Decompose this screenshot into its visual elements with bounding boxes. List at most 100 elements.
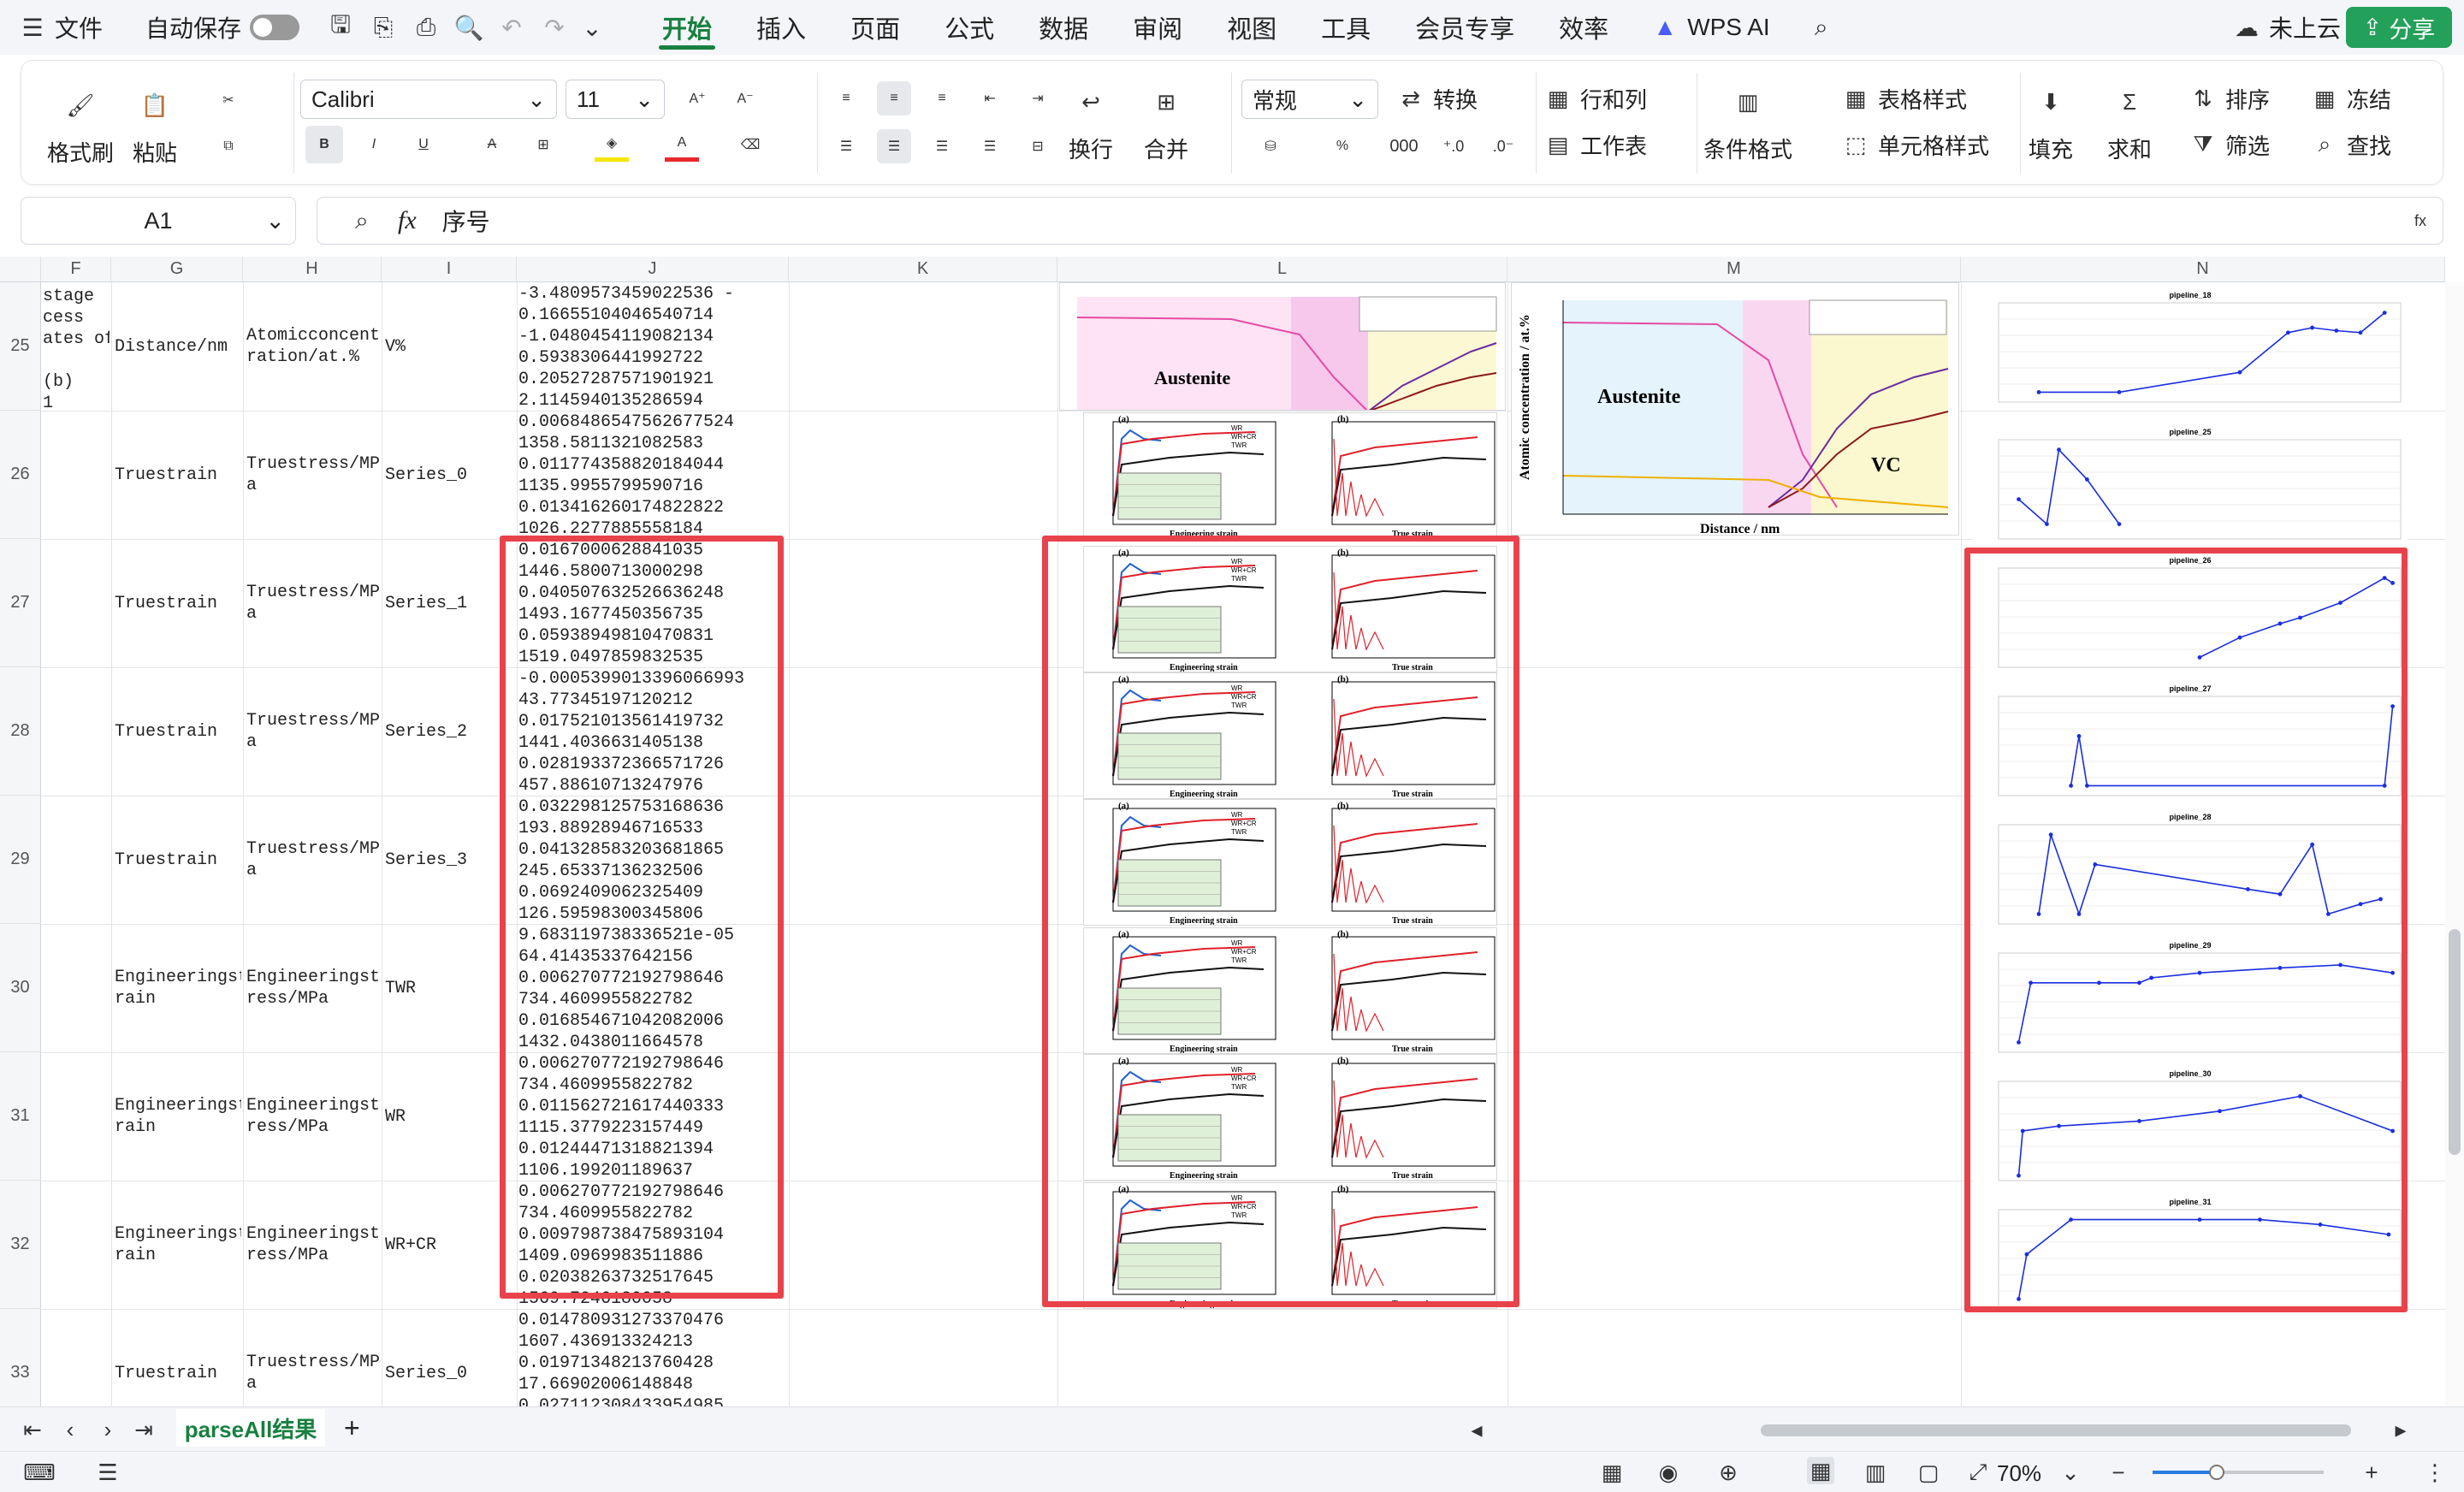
cell-h[interactable]: Atomicconcent ration/at.% <box>246 325 380 450</box>
worksheet-button[interactable]: ▤ 工作表 <box>1541 127 1647 162</box>
align-middle-icon[interactable]: ≡ <box>877 81 911 115</box>
table-view-icon[interactable]: ▦ <box>1598 1459 1626 1486</box>
percent-icon[interactable]: % <box>1325 129 1359 163</box>
justify-icon[interactable]: ☰ <box>973 129 1007 163</box>
column-header-l[interactable]: L <box>1057 257 1507 282</box>
add-sheet-button[interactable]: + <box>344 1412 360 1444</box>
cell-g[interactable]: Truestrain <box>115 593 241 718</box>
cell-f[interactable] <box>43 721 110 846</box>
cell-i[interactable]: Series_3 <box>385 850 513 974</box>
redo-icon[interactable]: ↷ <box>541 14 568 41</box>
share-button[interactable]: ⇪ 分享 <box>2346 7 2452 48</box>
export-icon[interactable]: ⎘ <box>370 14 397 41</box>
cell-g[interactable]: Truestrain <box>115 1363 241 1407</box>
cell-i[interactable]: Series_2 <box>385 721 513 846</box>
align-top-icon[interactable]: ≡ <box>829 81 863 115</box>
cell-h[interactable]: Truestress/MP a <box>246 453 380 578</box>
zoom-level[interactable]: 70% <box>1997 1460 2041 1487</box>
cell-g[interactable]: Truestrain <box>115 850 241 974</box>
filter-button[interactable]: ⧩ 筛选 <box>2186 127 2270 162</box>
fullscreen-icon[interactable]: ⤢ <box>1964 1459 1992 1486</box>
cell-g[interactable]: Truestrain <box>115 721 241 846</box>
cut-icon[interactable]: ✂ <box>211 83 246 117</box>
align-center-icon[interactable]: ☰ <box>877 129 911 163</box>
zoom-in-icon[interactable]: + <box>2358 1459 2385 1486</box>
page-layout-view-icon[interactable]: ▢ <box>1915 1459 1942 1486</box>
font-name-select[interactable]: Calibri ⌄ <box>300 80 557 119</box>
scroll-left-icon[interactable]: ◂ <box>1463 1416 1490 1443</box>
align-bottom-icon[interactable]: ≡ <box>925 81 959 115</box>
scroll-thumb[interactable] <box>2449 929 2461 1155</box>
chevron-down-icon[interactable]: ⌄ <box>578 14 606 41</box>
file-menu[interactable]: ☰ 文件 <box>0 0 115 55</box>
cell-g[interactable]: Truestrain <box>115 465 241 589</box>
fill-color-icon[interactable]: ◈ <box>595 127 629 162</box>
last-sheet-icon[interactable]: ⇥ <box>130 1416 157 1443</box>
autosave-toggle[interactable]: 自动保存 <box>133 0 311 55</box>
align-left-icon[interactable]: ☰ <box>829 129 863 163</box>
align-right-icon[interactable]: ☰ <box>925 129 959 163</box>
print-icon[interactable]: ⎙ <box>412 14 440 41</box>
next-sheet-icon[interactable]: › <box>94 1416 121 1443</box>
fill-button[interactable]: ⬇ 填充 <box>2027 78 2075 164</box>
cell-h[interactable]: Engineeringst ress/MPa <box>246 967 380 1092</box>
sheet-tab-active[interactable]: parseAll结果 <box>176 1409 325 1447</box>
macro-icon[interactable]: ⌨ <box>23 1459 56 1486</box>
tab-efficiency[interactable]: 效率 <box>1537 0 1631 55</box>
fx-icon[interactable]: fx <box>398 206 417 235</box>
row-header[interactable]: 27 <box>0 539 41 667</box>
composition-chart-image[interactable]: Austenite <box>1059 282 1506 411</box>
expand-formula-icon[interactable]: fx <box>2407 207 2434 234</box>
cloud-status[interactable]: ☁ 未上云 <box>2221 0 2353 55</box>
cond-format-button[interactable]: ▥ 条件格式 <box>1703 78 1792 164</box>
chevron-down-icon[interactable]: ⌄ <box>2057 1459 2084 1486</box>
cell-h[interactable]: Truestress/MP a <box>246 582 380 707</box>
underline-icon[interactable]: U <box>406 127 441 162</box>
tab-data[interactable]: 数据 <box>1016 0 1111 55</box>
horizontal-scrollbar[interactable] <box>1761 1424 2351 1436</box>
column-header-n[interactable]: N <box>1961 257 2445 282</box>
print-preview-icon[interactable]: 🔍 <box>454 14 484 41</box>
cell-h[interactable]: Engineeringst ress/MPa <box>246 1223 380 1348</box>
cell-g[interactable]: Engineeringst rain <box>115 1223 241 1348</box>
prev-sheet-icon[interactable]: ‹ <box>56 1416 84 1443</box>
tab-formula[interactable]: 公式 <box>922 0 1016 55</box>
cell-j[interactable]: -3.4809573459022536 -0.16655104046540714… <box>518 283 785 410</box>
zoom-out-icon[interactable]: − <box>2105 1459 2132 1486</box>
name-box[interactable]: A1 ⌄ <box>21 197 296 245</box>
sum-button[interactable]: Σ 求和 <box>2106 78 2153 164</box>
tab-insert[interactable]: 插入 <box>734 0 828 55</box>
cell-g[interactable]: Engineeringst rain <box>115 967 241 1092</box>
pipeline-chart-image[interactable]: pipeline_18 <box>1973 287 2408 407</box>
cell-g[interactable]: Distance/nm <box>115 336 241 461</box>
decimal-decrease-icon[interactable]: .0⁻ <box>1486 129 1520 163</box>
eye-icon[interactable]: ◉ <box>1655 1459 1682 1486</box>
font-size-select[interactable]: 11 ⌄ <box>566 80 665 119</box>
currency-icon[interactable]: ⛁ <box>1253 129 1288 163</box>
table-style-button[interactable]: ▦ 表格样式 <box>1839 81 1967 115</box>
tab-review[interactable]: 审阅 <box>1111 0 1205 55</box>
row-header[interactable]: 29 <box>0 796 41 924</box>
cell-h[interactable]: Truestress/MP a <box>246 838 380 963</box>
cell-i[interactable]: V% <box>385 336 513 461</box>
bold-icon[interactable]: B <box>305 126 343 163</box>
cell-i[interactable]: Series_0 <box>385 1363 513 1407</box>
column-header-f[interactable]: F <box>41 257 111 282</box>
sort-button[interactable]: ⇅ 排序 <box>2186 81 2270 115</box>
zoom-icon[interactable]: ⌕ <box>348 207 376 234</box>
merge-button[interactable]: ⊞ 合并 <box>1142 78 1190 164</box>
row-header[interactable]: 33 <box>0 1309 41 1406</box>
normal-view-icon[interactable]: ▦ <box>1807 1457 1834 1484</box>
strikethrough-icon[interactable]: A <box>475 127 509 162</box>
row-header[interactable]: 28 <box>0 667 41 796</box>
row-header[interactable]: 31 <box>0 1052 41 1181</box>
rows-cols-button[interactable]: ▦ 行和列 <box>1541 81 1647 115</box>
tab-member[interactable]: 会员专享 <box>1393 0 1537 55</box>
vertical-scrollbar[interactable] <box>2445 282 2464 1406</box>
sheet-list-icon[interactable]: ☰ <box>94 1459 121 1486</box>
search-icon[interactable]: ⌕ <box>1808 14 1835 41</box>
cell-f[interactable] <box>43 850 110 974</box>
tab-view[interactable]: 视图 <box>1205 0 1299 55</box>
page-break-view-icon[interactable]: ▥ <box>1862 1459 1889 1486</box>
cell-f[interactable] <box>43 465 110 589</box>
